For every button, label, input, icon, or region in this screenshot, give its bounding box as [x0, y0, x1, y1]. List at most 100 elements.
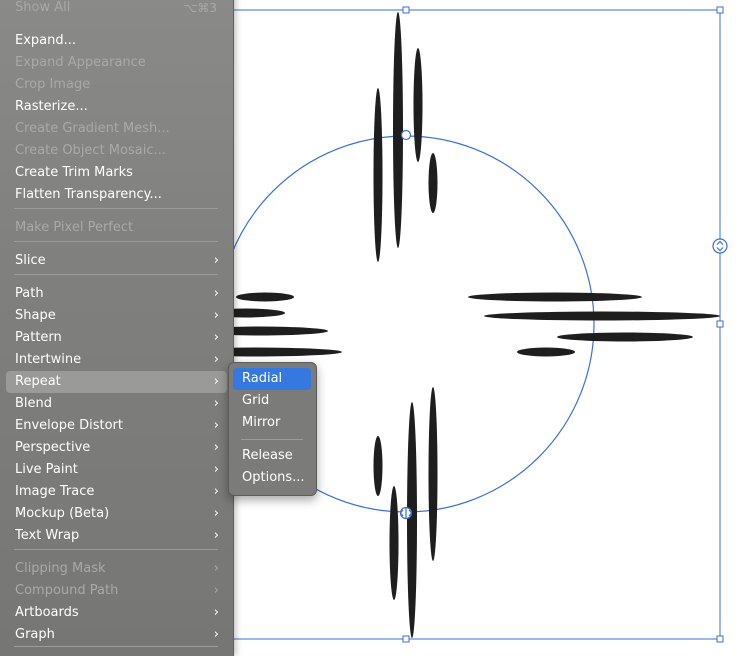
submenu-item-radial[interactable]: Radial	[233, 368, 311, 390]
handle-top-right	[716, 6, 724, 14]
menu-item-blend[interactable]: Blend ›	[6, 393, 227, 415]
chevron-right-icon: ›	[213, 253, 219, 268]
chevron-right-icon: ›	[213, 561, 219, 576]
chevron-right-icon: ›	[213, 286, 219, 301]
menu-item-text-wrap[interactable]: Text Wrap ›	[6, 525, 227, 547]
chevron-right-icon: ›	[213, 330, 219, 345]
menu-item-label: Text Wrap	[15, 528, 80, 543]
leaf-shape	[517, 347, 575, 357]
chevron-right-icon: ›	[213, 506, 219, 521]
object-menu: Show All ⌥⌘3 Expand... Expand Appearance Cro…	[0, 0, 234, 656]
leaf-shape	[236, 292, 294, 302]
menu-item-show-all: Show All ⌥⌘3	[6, 0, 227, 19]
menu-item-label: Expand...	[15, 33, 77, 48]
menu-item-label: Make Pixel Perfect	[15, 220, 134, 235]
menu-item-live-paint[interactable]: Live Paint ›	[6, 459, 227, 481]
submenu-item-options[interactable]: Options...	[233, 467, 311, 489]
menu-item-label: Expand Appearance	[15, 55, 146, 70]
updown-handle-icon[interactable]	[712, 238, 728, 254]
menu-item-pattern[interactable]: Pattern ›	[6, 327, 227, 349]
handle-middle-right	[716, 320, 724, 328]
menu-item-label: Crop Image	[15, 77, 91, 92]
menu-item-label: Create Gradient Mesh...	[15, 121, 170, 136]
leaf-shape	[373, 88, 383, 262]
menu-item-mockup-beta[interactable]: Mockup (Beta) ›	[6, 503, 227, 525]
menu-item-label: Graph	[15, 627, 55, 642]
menu-item-expand-appearance: Expand Appearance	[6, 52, 227, 74]
chevron-right-icon: ›	[213, 528, 219, 543]
menu-separator	[14, 274, 218, 275]
menu-item-artboards[interactable]: Artboards ›	[6, 602, 227, 624]
menu-item-perspective[interactable]: Perspective ›	[6, 437, 227, 459]
leaf-shape	[393, 12, 403, 248]
chevron-right-icon: ›	[213, 462, 219, 477]
menu-item-label: Create Trim Marks	[15, 165, 133, 180]
leaf-shape	[389, 486, 399, 600]
menu-item-label: Mockup (Beta)	[15, 506, 110, 521]
menu-item-label: Path	[15, 286, 44, 301]
radius-handle[interactable]	[400, 129, 412, 141]
menu-item-compound-path: Compound Path ›	[6, 580, 227, 602]
menu-item-repeat[interactable]: Repeat ›	[6, 371, 227, 393]
menu-separator	[14, 241, 218, 242]
chevron-right-icon: ›	[213, 418, 219, 433]
menu-item-slice[interactable]: Slice ›	[6, 250, 227, 272]
menu-item-label: Intertwine	[15, 352, 82, 367]
leaf-shape	[484, 311, 720, 321]
menu-item-rasterize[interactable]: Rasterize...	[6, 96, 227, 118]
menu-item-intertwine[interactable]: Intertwine ›	[6, 349, 227, 371]
chevron-right-icon: ›	[213, 440, 219, 455]
menu-separator	[14, 646, 218, 647]
menu-item-label: Envelope Distort	[15, 418, 123, 433]
menu-item-label: Flatten Transparency...	[15, 187, 162, 202]
handle-bottom-right	[716, 635, 724, 643]
menu-item-label: Repeat	[15, 374, 61, 389]
menu-item-label: Show All	[15, 0, 71, 15]
menu-item-create-trim-marks[interactable]: Create Trim Marks	[6, 162, 227, 184]
menu-item-graph[interactable]: Graph ›	[6, 624, 227, 646]
chevron-right-icon: ›	[213, 484, 219, 499]
menu-item-envelope-distort[interactable]: Envelope Distort ›	[6, 415, 227, 437]
leaf-shape	[557, 332, 693, 342]
leaf-shape	[428, 153, 438, 213]
repeat-submenu: Radial Grid Mirror Release Options...	[228, 362, 317, 496]
menu-item-expand[interactable]: Expand...	[6, 30, 227, 52]
menu-item-make-pixel-perfect: Make Pixel Perfect	[6, 217, 227, 239]
menu-item-path[interactable]: Path ›	[6, 283, 227, 305]
menu-item-create-gradient-mesh: Create Gradient Mesh...	[6, 118, 227, 140]
menu-item-label: Pattern	[15, 330, 62, 345]
chevron-right-icon: ›	[213, 308, 219, 323]
menu-item-label: Slice	[15, 253, 46, 268]
submenu-item-release[interactable]: Release	[233, 445, 311, 467]
menu-item-clipping-mask: Clipping Mask ›	[6, 558, 227, 580]
chevron-right-icon: ›	[213, 352, 219, 367]
chevron-right-icon: ›	[213, 583, 219, 598]
menu-item-label: Artboards	[15, 605, 79, 620]
menu-item-label: Blend	[15, 396, 53, 411]
menu-item-label: Rasterize...	[15, 99, 88, 114]
menu-item-image-trace[interactable]: Image Trace ›	[6, 481, 227, 503]
menu-item-label: Perspective	[15, 440, 91, 455]
menu-item-label: Shape	[15, 308, 56, 323]
leaf-shape	[373, 436, 383, 496]
menu-separator	[14, 208, 218, 209]
selection-handles[interactable]	[402, 6, 724, 643]
split-handle-icon[interactable]	[399, 506, 413, 520]
shortcut-label: ⌥⌘3	[183, 1, 217, 15]
chevron-right-icon: ›	[213, 396, 219, 411]
handle-bottom-center	[402, 635, 410, 643]
chevron-right-icon: ›	[213, 374, 219, 389]
selection-bounding-box[interactable]	[219, 9, 721, 640]
leaf-shape	[413, 48, 423, 162]
menu-item-crop-image: Crop Image	[6, 74, 227, 96]
submenu-item-grid[interactable]: Grid	[233, 390, 311, 412]
leaf-shape	[428, 387, 438, 561]
menu-item-label: Compound Path	[15, 583, 119, 598]
menu-item-create-object-mosaic: Create Object Mosaic...	[6, 140, 227, 162]
submenu-item-mirror[interactable]: Mirror	[233, 412, 311, 434]
submenu-separator	[241, 439, 303, 440]
menu-item-flatten-transparency[interactable]: Flatten Transparency...	[6, 184, 227, 206]
menu-item-shape[interactable]: Shape ›	[6, 305, 227, 327]
menu-item-label: Clipping Mask	[15, 561, 106, 576]
menu-separator	[14, 549, 218, 550]
